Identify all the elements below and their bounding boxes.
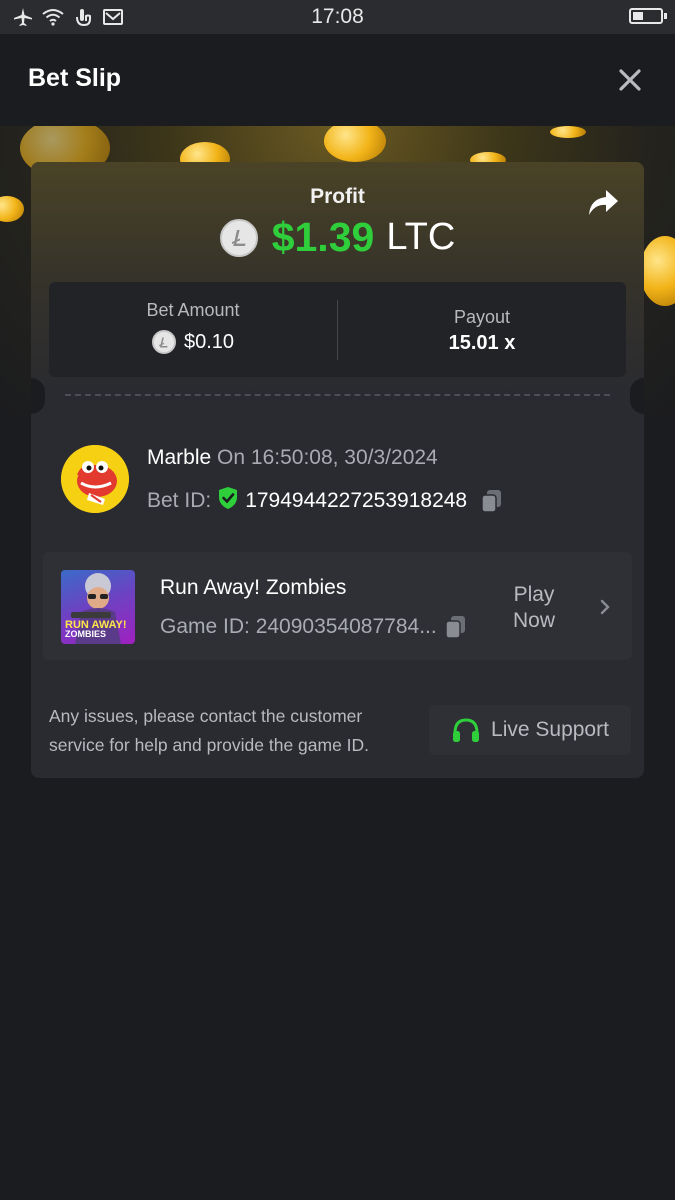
payout-value: 15.01 x bbox=[448, 332, 516, 354]
profit-amount: $1.39 bbox=[271, 214, 375, 260]
copy-icon[interactable] bbox=[481, 489, 503, 513]
user-info: Marble On 16:50:08, 30/3/2024 Bet ID: 17… bbox=[31, 432, 644, 522]
copy-icon[interactable] bbox=[444, 615, 467, 639]
game-thumbnail: RUN AWAY! ZOMBIES bbox=[61, 570, 135, 644]
bet-amount-value: $0.10 bbox=[183, 330, 235, 353]
coin-decoration bbox=[550, 126, 586, 138]
coin-decoration bbox=[324, 126, 386, 162]
bet-id-line: Bet ID: 1794944227253918248 bbox=[147, 486, 503, 516]
coin-decoration bbox=[0, 196, 24, 222]
bet-stats: Bet Amount $0.10 Payout 15.01 x bbox=[49, 282, 626, 377]
live-support-label: Live Support bbox=[491, 718, 609, 741]
bet-amount-stat: Bet Amount $0.10 bbox=[49, 282, 337, 377]
chevron-right-icon[interactable] bbox=[598, 598, 612, 616]
live-support-button[interactable]: Live Support bbox=[429, 705, 631, 755]
play-now-label-line2: Now bbox=[513, 609, 556, 632]
payout-label: Payout bbox=[453, 307, 511, 327]
play-now-button[interactable]: Play Now bbox=[513, 582, 555, 634]
ticket-notch-right bbox=[630, 378, 644, 414]
headset-icon bbox=[453, 718, 480, 742]
game-title: Run Away! Zombies bbox=[160, 576, 347, 599]
close-icon bbox=[619, 69, 641, 91]
close-button[interactable] bbox=[615, 65, 645, 95]
play-now-label-line1: Play bbox=[513, 583, 555, 606]
share-button[interactable] bbox=[586, 188, 620, 218]
status-time: 17:08 bbox=[311, 5, 364, 28]
litecoin-icon bbox=[219, 218, 258, 257]
bet-slip-card: Profit $1.39 LTC Bet Amount $0.10 Payout… bbox=[31, 162, 644, 778]
bet-id-label: Bet ID: bbox=[147, 489, 212, 512]
coin-decoration bbox=[640, 236, 675, 306]
profit-row: $1.39 LTC bbox=[31, 214, 644, 261]
bet-time: On 16:50:08, 30/3/2024 bbox=[217, 446, 438, 469]
profit-label: Profit bbox=[310, 185, 365, 208]
help-text: Any issues, please contact the customer … bbox=[49, 706, 370, 755]
bet-id-value: 1794944227253918248 bbox=[245, 489, 468, 512]
avatar bbox=[61, 445, 129, 513]
dashed-divider bbox=[65, 394, 610, 396]
game-info[interactable]: RUN AWAY! ZOMBIES Run Away! Zombies Game… bbox=[43, 552, 632, 660]
battery-icon bbox=[629, 8, 667, 24]
payout-stat: Payout 15.01 x bbox=[338, 282, 626, 377]
profit-currency: LTC bbox=[386, 216, 456, 258]
litecoin-icon bbox=[151, 330, 176, 354]
status-bar: 17:08 bbox=[0, 0, 675, 34]
page-title: Bet Slip bbox=[28, 64, 122, 92]
game-id-line: Game ID: 24090354087784... bbox=[160, 615, 467, 639]
bet-amount-row: $0.10 bbox=[49, 330, 337, 354]
share-icon bbox=[589, 190, 618, 215]
thumbnail-subtitle: ZOMBIES bbox=[65, 629, 107, 639]
game-id: Game ID: 24090354087784... bbox=[160, 615, 437, 638]
bet-header-line: Marble On 16:50:08, 30/3/2024 bbox=[147, 446, 438, 470]
bet-amount-label: Bet Amount bbox=[146, 300, 240, 320]
verified-shield-icon bbox=[217, 486, 239, 516]
header: Bet Slip bbox=[0, 34, 675, 126]
username: Marble bbox=[147, 446, 212, 469]
